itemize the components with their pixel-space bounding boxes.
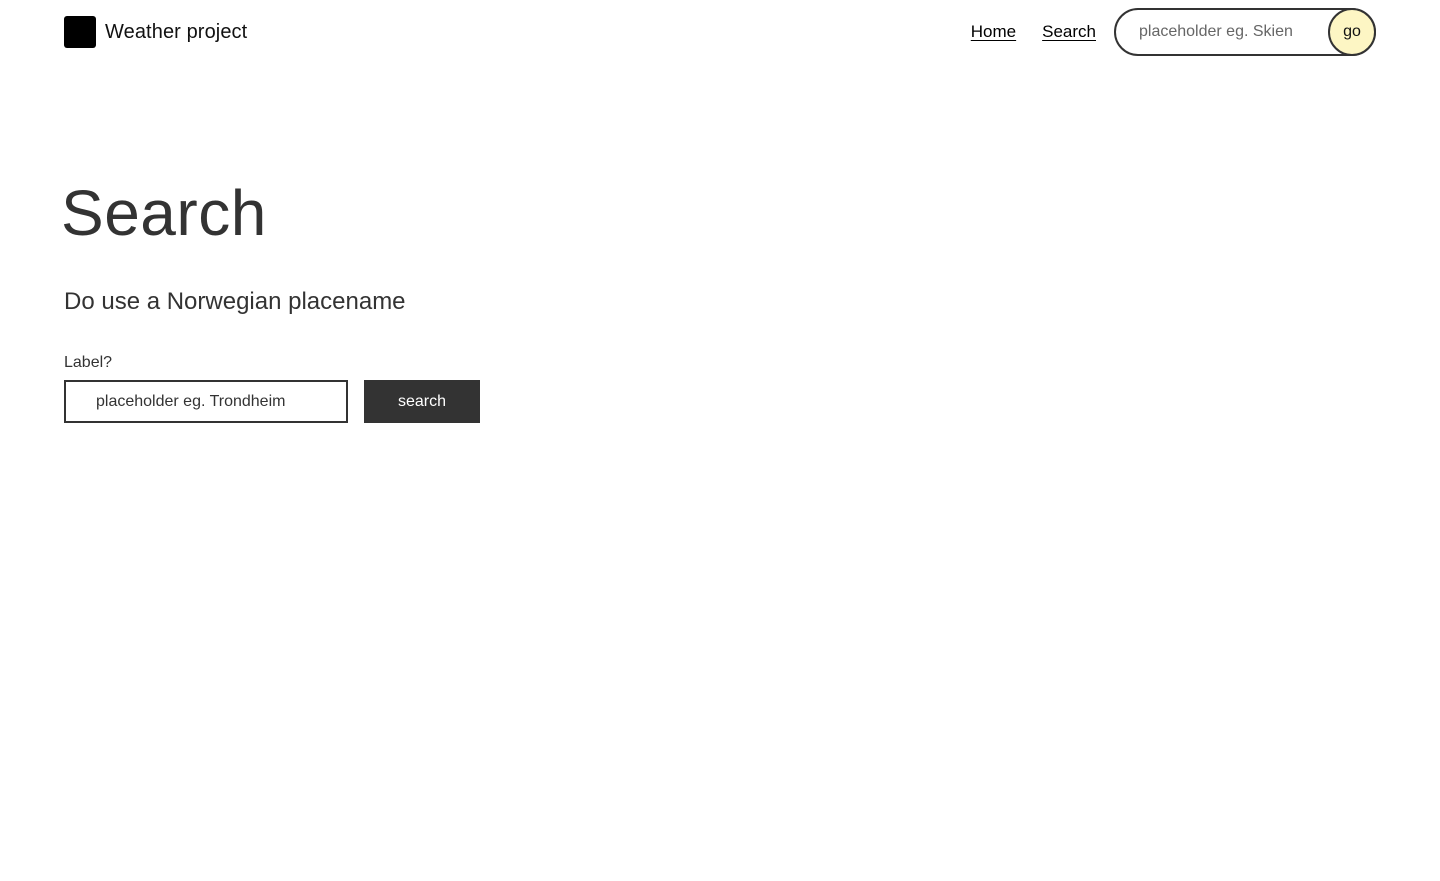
search-button[interactable]: search (364, 380, 480, 423)
place-search-input[interactable] (64, 380, 348, 423)
square-logo-icon (64, 16, 96, 48)
site-header: Weather project Home Search go (64, 8, 1376, 56)
main-nav: Home Search go (971, 8, 1376, 56)
page-subtitle: Do use a Norwegian placename (64, 288, 406, 315)
go-button[interactable]: go (1328, 8, 1376, 56)
header-search: go (1114, 8, 1376, 56)
nav-link-home[interactable]: Home (971, 22, 1016, 42)
nav-link-search[interactable]: Search (1042, 22, 1096, 42)
search-field-label: Label? (64, 354, 113, 371)
brand-link[interactable]: Weather project (64, 16, 247, 48)
brand-name: Weather project (105, 20, 248, 43)
page-title: Search (61, 177, 267, 249)
